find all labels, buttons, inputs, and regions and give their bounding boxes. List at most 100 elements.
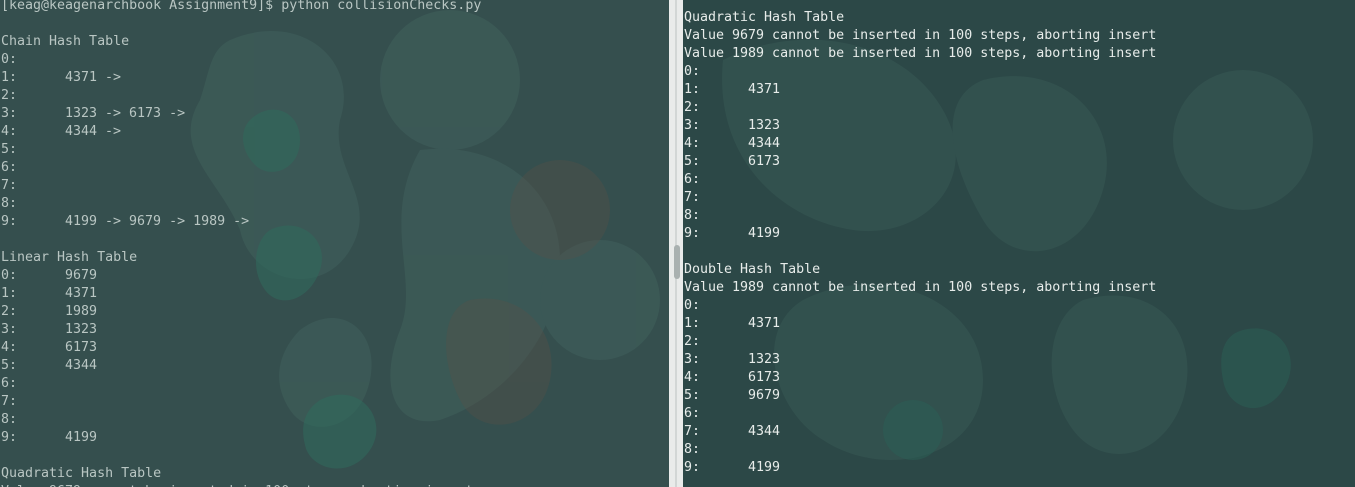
terminal-line: 1: 4371 ->	[1, 69, 481, 87]
line-value: 4371 ->	[65, 70, 122, 85]
terminal-line: 9: 4199	[684, 225, 1156, 243]
terminal-line: 3: 1323	[684, 117, 1156, 135]
line-index: 7:	[684, 424, 701, 439]
left-terminal-output[interactable]: [keag@keagenarchbook Assignment9]$ pytho…	[1, 0, 481, 487]
terminal-line: 0:	[684, 298, 701, 313]
line-value: 9679	[748, 388, 781, 403]
line-value: 1323	[65, 322, 98, 337]
terminal-line: 4: 4344 ->	[1, 123, 481, 141]
line-index: 9:	[684, 226, 701, 241]
line-value: 4199	[65, 430, 98, 445]
line-index: 1:	[684, 82, 701, 97]
terminal-line: 0:	[684, 64, 701, 79]
terminal-line: 1: 4371	[684, 315, 1156, 333]
terminal-line: 8:	[684, 208, 701, 223]
terminal-line: 1: 4371	[1, 285, 481, 303]
line-value: 9679	[65, 268, 98, 283]
line-index: 9:	[1, 430, 18, 445]
line-index: 5:	[1, 358, 18, 373]
terminal-line: 6:	[684, 406, 701, 421]
terminal-line: 9: 4199	[1, 429, 481, 447]
line-index: 5:	[684, 388, 701, 403]
pane-divider[interactable]	[669, 0, 683, 487]
line-value: 1323 -> 6173 ->	[65, 106, 186, 121]
terminal-line: 7:	[684, 190, 701, 205]
terminal-line: 2:	[684, 100, 701, 115]
line-index: 2:	[1, 304, 18, 319]
terminal-line: 9: 4199 -> 9679 -> 1989 ->	[1, 213, 481, 231]
terminal-line: 4: 6173	[684, 369, 1156, 387]
line-value: 4371	[748, 82, 781, 97]
scrollbar-handle[interactable]	[674, 245, 680, 279]
terminal-line: 8:	[1, 412, 18, 427]
line-value: 4371	[65, 286, 98, 301]
terminal-line: 5: 9679	[684, 387, 1156, 405]
line-index: 1:	[1, 70, 18, 85]
terminal-line: 5: 6173	[684, 153, 1156, 171]
terminal-line: 3: 1323	[684, 351, 1156, 369]
terminal-line: Value 9679 cannot be inserted in 100 ste…	[684, 28, 1157, 43]
line-value: 4344	[748, 136, 781, 151]
terminal-line: 1: 4371	[684, 81, 1156, 99]
terminal-line: 3: 1323 -> 6173 ->	[1, 105, 481, 123]
line-index: 4:	[684, 370, 701, 385]
terminal-line: 5:	[1, 142, 18, 157]
right-terminal-pane[interactable]: Quadratic Hash Table Value 9679 cannot be…	[683, 0, 1355, 487]
terminal-line: 2:	[684, 334, 701, 349]
line-value: 4199	[748, 460, 781, 475]
line-index: 9:	[1, 214, 18, 229]
line-index: 3:	[684, 352, 701, 367]
terminal-line: 4: 6173	[1, 339, 481, 357]
terminal-line: 2: 1989	[1, 303, 481, 321]
terminal-line: [keag@keagenarchbook Assignment9]$ pytho…	[1, 0, 482, 13]
terminal-line: Quadratic Hash Table	[1, 466, 162, 481]
line-value: 4199	[748, 226, 781, 241]
line-value: 4344	[65, 358, 98, 373]
terminal-line: Linear Hash Table	[1, 250, 138, 265]
terminal-line: Double Hash Table	[684, 262, 821, 277]
left-terminal-pane[interactable]: [keag@keagenarchbook Assignment9]$ pytho…	[0, 0, 669, 487]
line-value: 4344	[748, 424, 781, 439]
line-value: 4371	[748, 316, 781, 331]
terminal-line: 8:	[1, 196, 18, 211]
terminal-line: Quadratic Hash Table	[684, 10, 845, 25]
line-index: 4:	[684, 136, 701, 151]
line-index: 0:	[1, 268, 18, 283]
line-index: 4:	[1, 124, 18, 139]
terminal-line: 5: 4344	[1, 357, 481, 375]
line-value: 1323	[748, 352, 781, 367]
line-index: 4:	[1, 340, 18, 355]
terminal-line: 9: 4199	[684, 459, 1156, 477]
terminal-line: 2:	[1, 88, 18, 103]
line-value: 1323	[748, 118, 781, 133]
terminal-line: 8:	[684, 442, 701, 457]
terminal-line: Value 1989 cannot be inserted in 100 ste…	[684, 46, 1157, 61]
terminal-line: 7:	[1, 394, 18, 409]
terminal-line: 7:	[1, 178, 18, 193]
terminal-line: Chain Hash Table	[1, 34, 130, 49]
terminal-line: 4: 4344	[684, 135, 1156, 153]
line-index: 3:	[1, 106, 18, 121]
line-value: 6173	[748, 370, 781, 385]
terminal-line: 0:	[1, 52, 18, 67]
right-terminal-output[interactable]: Quadratic Hash Table Value 9679 cannot be…	[684, 9, 1156, 477]
divider-line	[675, 0, 677, 487]
line-index: 3:	[684, 118, 701, 133]
terminal-line: 6:	[1, 160, 18, 175]
line-value: 1989	[65, 304, 98, 319]
terminal-line: Value 9679 cannot be inserted in 100 ste…	[1, 483, 481, 487]
terminal-line: 6:	[684, 172, 701, 187]
terminal-line: 3: 1323	[1, 321, 481, 339]
terminal-line: 6:	[1, 376, 18, 391]
line-index: 9:	[684, 460, 701, 475]
line-value: 4199 -> 9679 -> 1989 ->	[65, 214, 250, 229]
terminal-line: 7: 4344	[684, 423, 1156, 441]
terminal-line: 0: 9679	[1, 267, 481, 285]
line-value: 4344 ->	[65, 124, 122, 139]
line-index: 3:	[1, 322, 18, 337]
line-value: 6173	[748, 154, 781, 169]
